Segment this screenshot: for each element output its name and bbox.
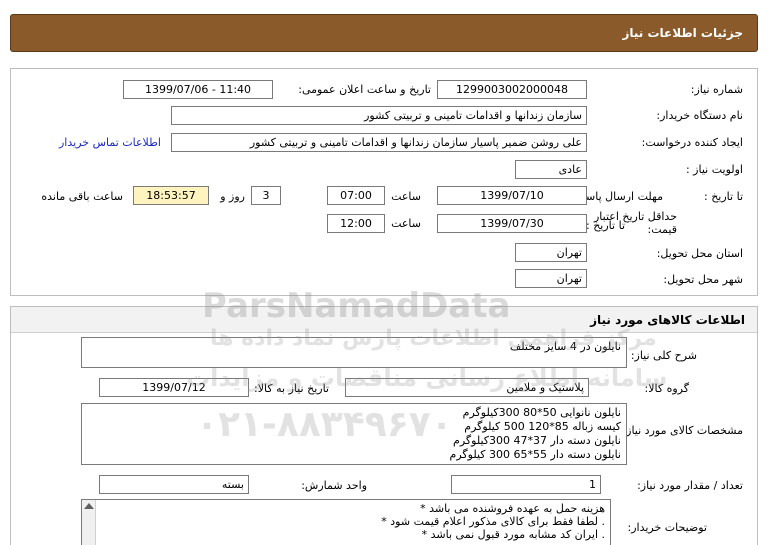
need-number-label: شماره نیاز: (690, 83, 743, 96)
specs-field: نایلون نانوایی 50*80 300کیلوگرم کیسه زبا… (81, 403, 627, 465)
announce-date-field: 1399/07/06 - 11:40 (123, 80, 273, 99)
goods-section-header: اطلاعات کالاهای مورد نیاز (11, 307, 757, 333)
goods-group-field: پلاستیک و ملامین (345, 378, 589, 397)
buyer-contact-link[interactable]: اطلاعات تماس خریدار (59, 136, 161, 149)
city-field: تهران (515, 269, 587, 288)
buyer-note-line: . لطفا فقط برای کالای مذکور اعلام قیمت ش… (381, 515, 605, 528)
scroll-up-arrow-icon[interactable] (84, 503, 94, 509)
specs-label: مشخصات کالای مورد نیاز: (622, 424, 743, 437)
requester-label: ایجاد کننده درخواست: (641, 136, 743, 149)
page-title-bar: جزئیات اطلاعات نیاز (10, 14, 758, 52)
price-date-field: 1399/07/30 (437, 214, 587, 233)
unit-field: بسته (99, 475, 249, 494)
remaining-time-label: ساعت باقی مانده (41, 190, 123, 203)
days-and-label: روز و (220, 190, 245, 203)
remaining-time-field: 18:53:57 (133, 186, 209, 205)
price-time-field: 12:00 (327, 214, 385, 233)
price-until-label-visible: تا تاریخ : (586, 219, 625, 232)
need-info-panel: شماره نیاز: 1299003002000048 تاریخ و ساع… (10, 68, 758, 296)
deadline-time-field: 07:00 (327, 186, 385, 205)
province-field: تهران (515, 243, 587, 262)
need-number-field: 1299003002000048 (437, 80, 587, 99)
priority-label: اولویت نیاز : (685, 163, 743, 176)
buyer-note-line: . ایران کد مشابه مورد قبول نمی باشد * (421, 528, 605, 541)
buyer-notes-scrollbar[interactable] (82, 500, 96, 545)
general-desc-text: نایلون در 4 سایز مختلف (509, 340, 621, 353)
goods-panel: اطلاعات کالاهای مورد نیاز شرح کلی نیاز: … (10, 306, 758, 545)
spec-line: نایلون دسته دار 37*47 300کیلوگرم (453, 434, 621, 447)
deadline-date-field: 1399/07/10 (437, 186, 587, 205)
priority-field: عادی (515, 160, 587, 179)
city-label: شهر محل تحویل: (663, 273, 743, 286)
general-desc-label: شرح کلی نیاز: (630, 349, 697, 362)
buyer-org-field: سازمان زندانها و اقدامات تامینی و تربیتی… (171, 106, 587, 125)
remaining-days-field: 3 (251, 186, 281, 205)
buyer-note-line: هزینه حمل به عهده فروشنده می باشد * (420, 502, 605, 515)
goods-section-title: اطلاعات کالاهای مورد نیاز (590, 313, 745, 327)
goods-group-label: گروه کالا: (644, 382, 689, 395)
price-time-label: ساعت (391, 217, 421, 230)
buyer-notes-field: هزینه حمل به عهده فروشنده می باشد * . لط… (81, 499, 611, 545)
deadline-until-label: تا تاریخ : (704, 190, 743, 203)
page-title: جزئیات اطلاعات نیاز (622, 26, 743, 40)
spec-line: کیسه زباله 85*120 500 کیلوگرم (464, 420, 621, 433)
spec-line: نایلون نانوایی 50*80 300کیلوگرم (462, 406, 621, 419)
announce-date-label: تاریخ و ساعت اعلان عمومی: (298, 83, 431, 96)
general-desc-field: نایلون در 4 سایز مختلف (81, 337, 627, 368)
province-label: استان محل تحویل: (656, 247, 743, 260)
buyer-org-label: نام دستگاه خریدار: (656, 109, 743, 122)
deadline-time-label: ساعت (391, 190, 421, 203)
deadline-label: مهلت ارسال پاسخ: (575, 190, 663, 203)
quantity-field: 1 (451, 475, 601, 494)
requester-field: علی روشن ضمیر پاسیار سازمان زندانها و اق… (171, 133, 587, 152)
quantity-label: تعداد / مقدار مورد نیاز: (637, 479, 743, 492)
spec-line: نایلون دسته دار 55*65 300 کیلوگرم (449, 448, 621, 461)
need-date-field: 1399/07/12 (99, 378, 249, 397)
buyer-notes-label: توضیحات خریدار: (627, 521, 708, 534)
need-date-label: تاریخ نیاز به کالا: (254, 382, 329, 395)
unit-label: واحد شمارش: (301, 479, 367, 492)
